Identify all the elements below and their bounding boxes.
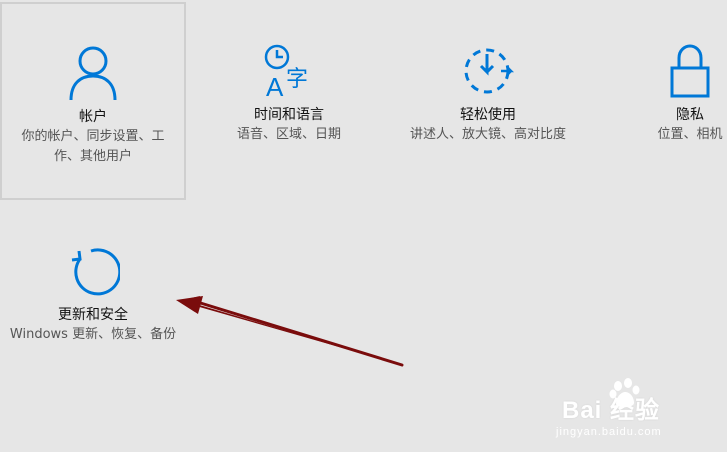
watermark-site: jingyan.baidu.com <box>556 426 662 438</box>
update-sync-icon <box>66 242 120 300</box>
tile-title: 时间和语言 <box>254 107 324 123</box>
ease-of-access-icon <box>461 42 515 100</box>
tile-title: 轻松使用 <box>460 107 516 123</box>
tile-title: 隐私 <box>676 107 704 123</box>
tile-description: Windows 更新、恢复、备份 <box>9 327 177 342</box>
tile-description: 讲述人、放大镜、高对比度 <box>409 127 566 142</box>
lock-icon <box>663 42 717 100</box>
tile-update-security[interactable]: 更新和安全 Windows 更新、恢复、备份 <box>0 202 186 400</box>
tile-description: 语音、区域、日期 <box>236 127 341 142</box>
time-language-icon: A 字 <box>262 42 316 100</box>
tile-title: 更新和安全 <box>58 307 128 323</box>
tile-privacy[interactable]: 隐私 位置、相机 <box>597 2 727 200</box>
svg-text:字: 字 <box>286 67 308 92</box>
paw-icon <box>609 378 640 408</box>
tile-title: 帐户 <box>79 109 107 125</box>
tile-description: 你的帐户、同步设置、工作、其他用户 <box>21 129 165 164</box>
tile-ease-of-access[interactable]: 轻松使用 讲述人、放大镜、高对比度 <box>395 2 581 200</box>
baidu-watermark: Bai 经验 jingyan.baidu.com <box>556 372 724 448</box>
person-icon <box>66 44 120 102</box>
tile-description: 位置、相机 <box>657 127 723 142</box>
tile-time-language[interactable]: A 字 时间和语言 语音、区域、日期 <box>196 2 382 200</box>
tile-accounts[interactable]: 帐户 你的帐户、同步设置、工作、其他用户 <box>0 2 186 200</box>
svg-text:A: A <box>266 72 284 100</box>
